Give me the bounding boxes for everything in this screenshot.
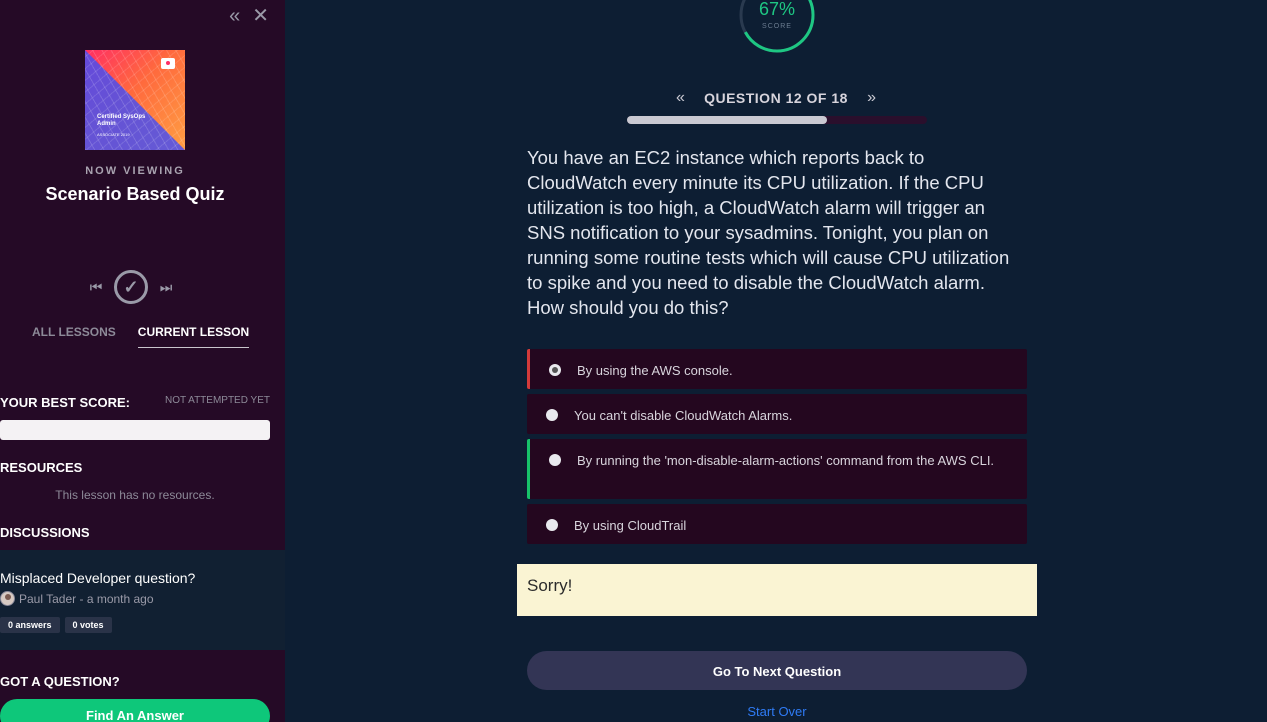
answer-option-label: You can't disable CloudWatch Alarms. [574,408,793,423]
course-thumbnail: Certified SysOps Admin ASSOCIATE 2019 [85,50,185,150]
quiz-progress-bar [627,116,927,124]
radio-button[interactable] [549,364,561,376]
sidebar-top-controls: « ✕ [229,6,269,26]
best-score-label: YOUR BEST SCORE: [0,395,131,410]
start-over-link[interactable]: Start Over [527,704,1027,719]
previous-question-icon[interactable]: « [676,89,685,107]
question-navigation: « QUESTION 12 OF 18 » [676,89,876,107]
got-question-label: GOT A QUESTION? [0,674,120,689]
now-viewing-label: NOW VIEWING [85,165,185,177]
close-icon[interactable]: ✕ [252,6,269,26]
skip-next-icon[interactable]: ⏭ [158,279,174,296]
course-thumb-subtitle: ASSOCIATE 2019 [97,132,130,137]
best-score-bar [0,420,270,440]
votes-count-badge: 0 votes [64,617,112,633]
radio-button[interactable] [549,454,561,466]
answer-option-3[interactable]: By running the 'mon-disable-alarm-action… [527,439,1027,499]
discussion-title[interactable]: Misplaced Developer question? [0,570,195,586]
next-question-icon[interactable]: » [867,89,876,107]
course-thumb-title: Certified SysOps Admin [97,114,146,127]
question-counter: QUESTION 12 OF 18 [704,90,848,106]
answer-option-1[interactable]: By using the AWS console. [527,349,1027,389]
next-question-button[interactable]: Go To Next Question [527,651,1027,690]
question-text: You have an EC2 instance which reports b… [527,147,1010,318]
skip-previous-icon[interactable]: ⏮ [88,279,104,296]
discussion-stats: 0 answers 0 votes [0,617,112,633]
badge-icon [161,58,175,69]
answer-option-label: By running the 'mon-disable-alarm-action… [577,453,995,468]
check-circle-icon[interactable]: ✓ [114,270,148,304]
quiz-title: Scenario Based Quiz [45,184,225,204]
tab-all-lessons[interactable]: ALL LESSONS [32,325,116,348]
quiz-progress-fill [627,116,828,124]
avatar [0,591,15,606]
answer-option-label: By using CloudTrail [574,518,687,533]
answer-option-4[interactable]: By using CloudTrail [527,504,1027,544]
not-attempted-label: NOT ATTEMPTED YET [164,395,270,406]
answer-option-2[interactable]: You can't disable CloudWatch Alarms. [527,394,1027,434]
discussion-author-meta: Paul Tader - a month ago [19,591,154,606]
sidebar: « ✕ Certified SysOps Admin ASSOCIATE 201… [0,0,285,722]
score-percent: 67% [758,0,796,19]
radio-button[interactable] [546,409,558,421]
answer-option-label: By using the AWS console. [577,363,733,378]
find-answer-button[interactable]: Find An Answer [0,699,270,722]
no-resources-text: This lesson has no resources. [55,488,215,502]
feedback-message: Sorry! [517,564,1037,616]
answers-count-badge: 0 answers [0,617,60,633]
discussion-card[interactable]: Misplaced Developer question? Paul Tader… [0,550,285,650]
score-label: SCORE [762,23,792,30]
discussions-label: DISCUSSIONS [0,525,90,540]
resources-label: RESOURCES [0,460,83,475]
lesson-tabs: ALL LESSONS CURRENT LESSON [32,325,250,348]
lesson-player-controls: ⏮ ✓ ⏭ [88,270,174,304]
discussion-meta: Paul Tader - a month ago [0,591,154,606]
tab-current-lesson[interactable]: CURRENT LESSON [137,325,250,348]
double-chevron-left-icon[interactable]: « [229,6,240,26]
radio-button[interactable] [546,519,558,531]
